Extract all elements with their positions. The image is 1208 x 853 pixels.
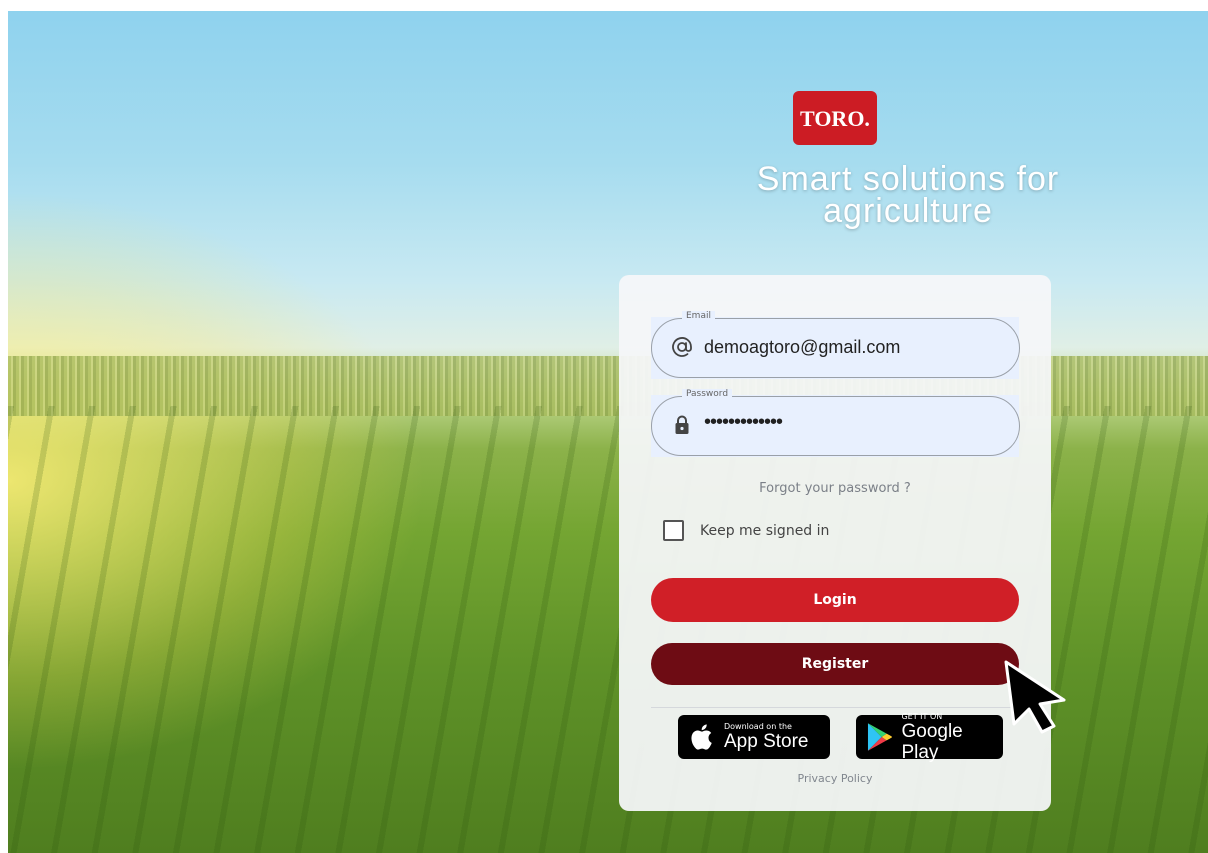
keep-signed-in-checkbox[interactable] [663, 520, 684, 541]
email-field[interactable]: Email demoagtoro@gmail.com [651, 311, 1020, 378]
login-button[interactable]: Login [651, 578, 1019, 622]
keep-signed-in[interactable]: Keep me signed in [663, 520, 829, 541]
app-store-top-text: Download on the [724, 722, 792, 731]
email-value: demoagtoro@gmail.com [704, 337, 901, 357]
login-page-background: TORO. Smart solutions for agriculture Em… [8, 11, 1208, 853]
toro-logo-mark: TORO. [800, 106, 870, 131]
login-card: Email demoagtoro@gmail.com Password ••••… [619, 275, 1051, 811]
tagline-line-1: Smart solutions for [756, 160, 1060, 198]
at-icon [672, 337, 692, 357]
mouse-pointer-icon [1004, 660, 1066, 734]
password-field[interactable]: Password ••••••••••••• [651, 389, 1020, 456]
privacy-policy-link[interactable]: Privacy Policy [619, 772, 1051, 785]
divider [651, 707, 1019, 708]
email-label: Email [682, 311, 715, 321]
forgot-password-link[interactable]: Forgot your password ? [619, 481, 1051, 496]
google-play-top-text: GET IT ON [901, 711, 943, 721]
register-button[interactable]: Register [651, 643, 1019, 685]
tagline-line-2: agriculture [823, 192, 993, 230]
logo-text: TORO. [800, 106, 870, 131]
lock-icon [675, 415, 689, 434]
toro-logo: TORO. [793, 91, 877, 145]
apple-icon [691, 724, 712, 750]
tagline: Smart solutions for agriculture [578, 160, 1208, 230]
app-store-bottom-text: App Store [724, 731, 809, 752]
keep-signed-in-label: Keep me signed in [700, 522, 830, 539]
app-store-badge[interactable]: Download on the App Store [678, 715, 830, 759]
google-play-icon [867, 723, 892, 751]
google-play-badge[interactable]: GET IT ON Google Play [856, 711, 1003, 763]
password-value: ••••••••••••• [704, 411, 783, 433]
google-play-bottom-text: Google Play [901, 720, 963, 763]
password-label: Password [682, 389, 733, 399]
